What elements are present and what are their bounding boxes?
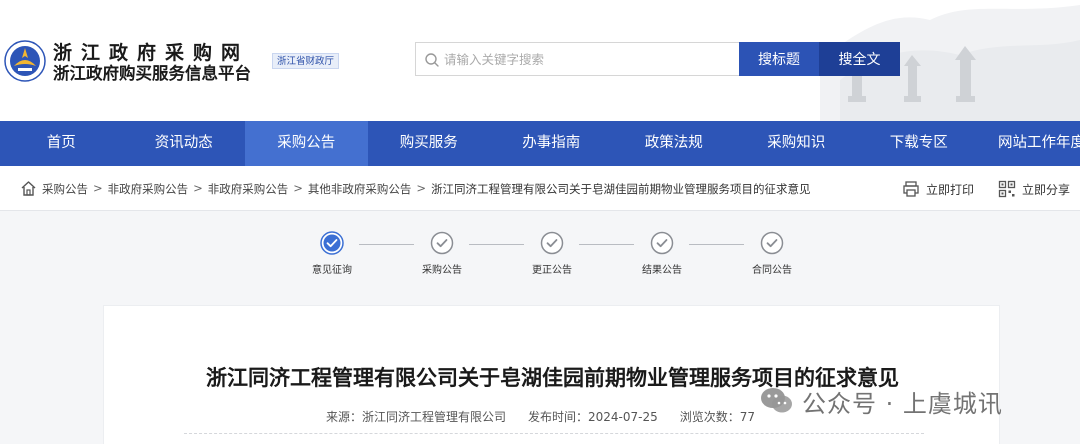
nav-item-home[interactable]: 首页: [0, 121, 123, 166]
breadcrumb-separator: >: [193, 181, 203, 195]
breadcrumb-current: 浙江同济工程管理有限公司关于皂湖佳园前期物业管理服务项目的征求意见: [431, 182, 811, 196]
article-meta: 来源：浙江同济工程管理有限公司 发布时间：2024-07-25 浏览次数：77: [326, 408, 777, 425]
breadcrumb-separator: >: [293, 181, 303, 195]
nav-item-policies[interactable]: 政策法规: [613, 121, 736, 166]
step-label: 合同公告: [752, 265, 792, 276]
print-button[interactable]: 立即打印: [902, 179, 974, 199]
article-panel: 浙江同济工程管理有限公司关于皂湖佳园前期物业管理服务项目的征求意见 来源：浙江同…: [103, 305, 1000, 444]
step-label: 意见征询: [312, 265, 352, 276]
check-circle-active-icon: [320, 231, 344, 255]
step-label: 采购公告: [422, 265, 462, 276]
step-procurement-notice[interactable]: 采购公告: [412, 231, 472, 276]
home-icon[interactable]: [20, 180, 37, 197]
step-connector: [359, 244, 414, 245]
search-title-button[interactable]: 搜标题: [739, 42, 819, 76]
nav-item-annual-report[interactable]: 网站工作年度报: [980, 121, 1080, 166]
article-publish-time: 发布时间：2024-07-25: [528, 410, 658, 424]
breadcrumb-separator: >: [416, 181, 427, 195]
step-label: 更正公告: [532, 265, 572, 276]
step-consultation[interactable]: 意见征询: [302, 231, 362, 276]
meta-divider: [184, 433, 924, 434]
check-circle-icon: [650, 231, 674, 255]
search-input[interactable]: [444, 43, 734, 75]
step-connector: [579, 244, 634, 245]
org-badge: 浙江省财政厅: [272, 53, 340, 69]
step-contract-notice[interactable]: 合同公告: [742, 231, 802, 276]
site-logo: [4, 40, 46, 82]
step-connector: [469, 244, 524, 245]
article-views: 浏览次数：77: [679, 410, 756, 424]
check-circle-icon: [540, 231, 564, 255]
watermark-text: 公众号 · 上虞城讯: [802, 389, 1003, 418]
breadcrumb-item[interactable]: 非政府采购公告: [208, 181, 289, 197]
share-label: 立即分享: [1022, 182, 1071, 197]
nav-item-purchase-services[interactable]: 购买服务: [368, 121, 491, 166]
search-fulltext-button[interactable]: 搜全文: [819, 42, 900, 76]
breadcrumb-bar: 采购公告 > 非政府采购公告 > 非政府采购公告 > 其他非政府采购公告 > 浙…: [0, 166, 1080, 211]
nav-item-news[interactable]: 资讯动态: [123, 121, 246, 166]
breadcrumb-item[interactable]: 采购公告: [42, 181, 88, 197]
step-label: 结果公告: [642, 265, 682, 276]
site-header: 浙江政府采购网 浙江政府购买服务信息平台 浙江省财政厅 搜标题 搜全文: [0, 0, 1080, 121]
nav-item-guide[interactable]: 办事指南: [490, 121, 613, 166]
search-icon: [425, 53, 439, 67]
step-connector: [689, 244, 744, 245]
nav-item-downloads[interactable]: 下载专区: [858, 121, 981, 166]
wechat-watermark: 公众号 · 上虞城讯: [760, 383, 1003, 419]
nav-item-procurement-notices[interactable]: 采购公告: [245, 121, 368, 166]
wechat-icon: [761, 388, 792, 413]
check-circle-icon: [760, 231, 784, 255]
nav-item-knowledge[interactable]: 采购知识: [735, 121, 858, 166]
step-result-notice[interactable]: 结果公告: [632, 231, 692, 276]
main-nav: 首页 资讯动态 采购公告 购买服务 办事指南 政策法规 采购知识 下载专区 网站…: [0, 121, 1080, 166]
search-box: [415, 42, 739, 76]
breadcrumb: 采购公告 > 非政府采购公告 > 非政府采购公告 > 其他非政府采购公告 > 浙…: [42, 181, 811, 197]
breadcrumb-separator: >: [93, 181, 103, 195]
printer-icon: [903, 181, 919, 197]
breadcrumb-item[interactable]: 其他非政府采购公告: [308, 181, 412, 197]
breadcrumb-item[interactable]: 非政府采购公告: [108, 181, 189, 197]
article-source: 来源：浙江同济工程管理有限公司: [326, 410, 507, 424]
check-circle-icon: [430, 231, 454, 255]
notice-progress-steps: 意见征询 采购公告 更正公告 结果公告 合同公告: [0, 211, 1080, 291]
step-correction-notice[interactable]: 更正公告: [522, 231, 582, 276]
print-label: 立即打印: [926, 182, 975, 197]
site-subtitle: 浙江政府购买服务信息平台: [53, 64, 251, 83]
qr-code-icon: [998, 180, 1016, 198]
share-button[interactable]: 立即分享: [998, 179, 1070, 199]
